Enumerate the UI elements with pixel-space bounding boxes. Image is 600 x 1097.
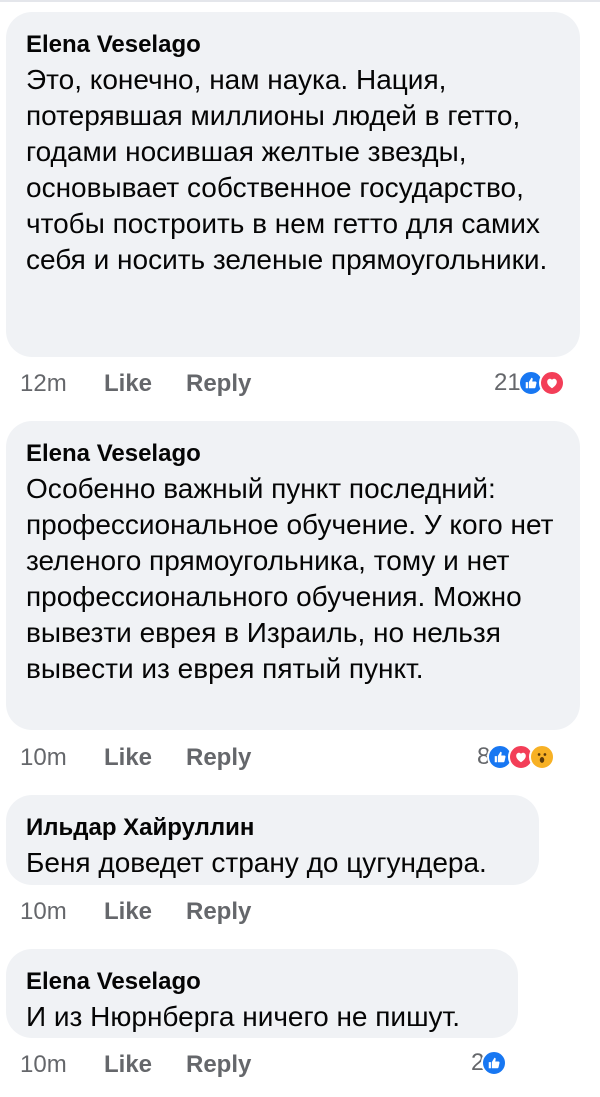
wow-face-icon [529, 744, 556, 770]
like-button[interactable]: Like [104, 370, 186, 398]
reply-button[interactable]: Reply [186, 898, 251, 926]
thumbs-up-icon [481, 1050, 508, 1076]
comment-2: Elena Veselago Особенно важный пункт пос… [6, 421, 580, 730]
like-button[interactable]: Like [104, 898, 186, 926]
comment-3: Ильдар Хайруллин Беня доведет страну до … [6, 795, 539, 885]
comment-bubble: Elena Veselago И из Нюрнберга ничего не … [6, 949, 518, 1038]
comment-actions: 12m Like Reply [20, 370, 251, 398]
comment-text: Особенно важный пункт последний: професс… [26, 473, 554, 684]
like-button[interactable]: Like [104, 1051, 186, 1079]
comment-timestamp[interactable]: 10m [20, 1051, 104, 1079]
reply-button[interactable]: Reply [186, 370, 251, 398]
heart-icon [538, 370, 565, 396]
reply-button[interactable]: Reply [186, 744, 251, 772]
reaction-count: 21 [494, 369, 521, 396]
reactions-summary[interactable]: 8 [477, 743, 556, 771]
reply-button[interactable]: Reply [186, 1051, 251, 1079]
reactions-summary[interactable]: 21 [494, 369, 565, 397]
comment-actions: 10m Like Reply [20, 898, 251, 926]
like-button[interactable]: Like [104, 744, 186, 772]
comment-text: Беня доведет страну до цугундера. [26, 847, 487, 878]
comment-bubble: Ильдар Хайруллин Беня доведет страну до … [6, 795, 539, 885]
top-divider [0, 0, 600, 2]
comment-timestamp[interactable]: 10m [20, 898, 104, 926]
comment-bubble: Elena Veselago Особенно важный пункт пос… [6, 421, 580, 730]
reactions-summary[interactable]: 2 [471, 1049, 508, 1077]
comment-text: Это, конечно, нам наука. Нация, потерявш… [26, 64, 548, 275]
comment-bubble: Elena Veselago Это, конечно, нам наука. … [6, 12, 580, 357]
comment-author[interactable]: Elena Veselago [26, 439, 560, 469]
comment-author[interactable]: Elena Veselago [26, 967, 498, 997]
comment-timestamp[interactable]: 12m [20, 370, 104, 398]
comment-author[interactable]: Ильдар Хайруллин [26, 813, 519, 843]
comment-author[interactable]: Elena Veselago [26, 30, 560, 60]
comment-1: Elena Veselago Это, конечно, нам наука. … [6, 12, 580, 357]
comment-text: И из Нюрнберга ничего не пишут. [26, 1001, 461, 1032]
comment-timestamp[interactable]: 10m [20, 744, 104, 772]
comment-4: Elena Veselago И из Нюрнберга ничего не … [6, 949, 518, 1038]
comment-actions: 10m Like Reply [20, 1051, 251, 1079]
comment-actions: 10m Like Reply [20, 744, 251, 772]
